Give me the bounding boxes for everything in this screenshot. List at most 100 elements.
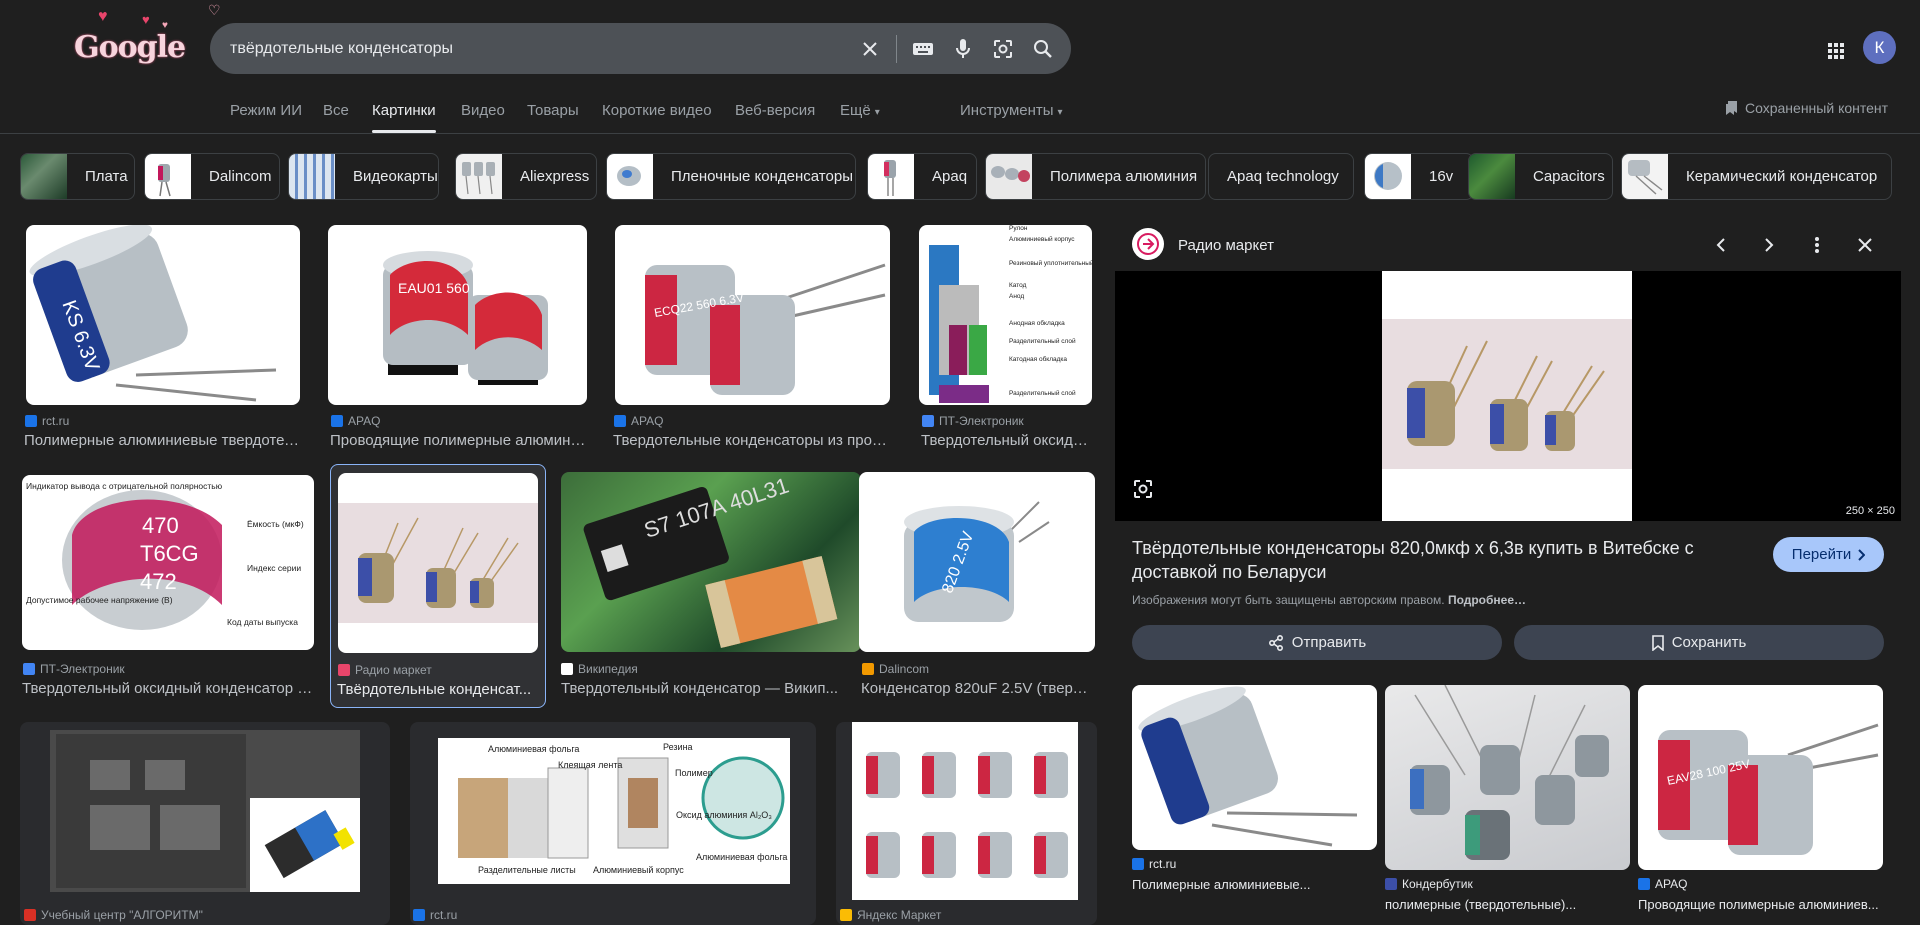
save-label: Сохранить bbox=[1671, 634, 1747, 651]
tab-images[interactable]: Картинки bbox=[372, 102, 436, 133]
result-caption[interactable]: Твёрдотельные конденсат... bbox=[337, 681, 539, 698]
saved-content-link[interactable]: Сохраненный контент bbox=[1725, 100, 1888, 116]
preview-source-name[interactable]: Радио маркет bbox=[1178, 237, 1274, 254]
favicon bbox=[23, 663, 35, 675]
heart-icon: ♥ bbox=[98, 8, 108, 25]
chip-label: Aliexpress bbox=[520, 168, 590, 185]
voice-search-button[interactable] bbox=[943, 29, 983, 69]
next-button[interactable] bbox=[1755, 231, 1783, 259]
tab-more-label: Ещё bbox=[840, 102, 871, 119]
chip-videocards[interactable]: Видеокарты bbox=[288, 153, 439, 200]
tab-ai-mode[interactable]: Режим ИИ bbox=[230, 102, 302, 119]
lens-search-button[interactable] bbox=[1129, 475, 1157, 503]
tab-web[interactable]: Веб-версия bbox=[735, 102, 815, 119]
result-thumbnail: S7 107A 40L31 bbox=[561, 472, 861, 652]
preview-image[interactable] bbox=[1382, 271, 1632, 521]
result-caption[interactable]: Проводящие полимерные алюмини... bbox=[330, 432, 586, 449]
result-source: Учебный центр "АЛГОРИТМ" bbox=[24, 908, 203, 922]
clear-button[interactable] bbox=[850, 29, 890, 69]
image-result[interactable]: Рулон Алюминиевый корпус Резиновый уплот… bbox=[917, 222, 1097, 454]
chip-16v[interactable]: 16v bbox=[1364, 153, 1474, 200]
result-caption[interactable]: Твердотельный оксидный конденсатор о... bbox=[22, 680, 314, 697]
more-options-button[interactable] bbox=[1803, 231, 1831, 259]
chip-thumbnail bbox=[1469, 154, 1515, 199]
chip-apaq-technology[interactable]: Apaq technology bbox=[1208, 153, 1354, 200]
diagram-label: Разделительный слой bbox=[1009, 337, 1076, 345]
apps-grid-icon bbox=[1828, 43, 1844, 59]
visit-button[interactable]: Перейти bbox=[1773, 537, 1884, 572]
search-tabs: Режим ИИ Все Картинки Видео Товары Корот… bbox=[0, 96, 1920, 134]
image-result-selected[interactable]: Радио маркет Твёрдотельные конденсат... bbox=[330, 464, 546, 708]
result-thumbnail: 470 T6CG 472 Индикатор вывода с отрицате… bbox=[22, 475, 314, 650]
related-caption[interactable]: Проводящие полимерные алюминиев... bbox=[1638, 897, 1883, 912]
favicon bbox=[338, 664, 350, 676]
visit-label: Перейти bbox=[1791, 546, 1852, 563]
preview-title[interactable]: Твёрдотельные конденсаторы 820,0мкф х 6,… bbox=[1132, 536, 1752, 584]
source-label: Википедия bbox=[578, 662, 638, 676]
chip-label: Capacitors bbox=[1533, 168, 1605, 185]
image-result[interactable]: Алюминиевая фольга Клеящая лента Резина … bbox=[410, 722, 816, 925]
image-result[interactable]: 470 T6CG 472 Индикатор вывода с отрицате… bbox=[20, 472, 318, 704]
chip-thumbnail bbox=[868, 154, 914, 199]
chip-thumbnail bbox=[1622, 154, 1668, 199]
tab-short-videos[interactable]: Короткие видео bbox=[602, 102, 712, 119]
diagram-label: Катодная обкладка bbox=[1009, 355, 1067, 363]
learn-more-link[interactable]: Подробнее… bbox=[1448, 593, 1526, 607]
favicon bbox=[1638, 878, 1650, 890]
tools-button[interactable]: Инструменты ▾ bbox=[960, 102, 1063, 119]
chip-aluminium-polymer[interactable]: Полимера алюминия bbox=[985, 153, 1206, 200]
chip-film-capacitors[interactable]: Пленочные конденсаторы bbox=[606, 153, 856, 200]
result-caption[interactable]: Твердотельные конденсаторы из прово... bbox=[613, 432, 891, 449]
result-caption[interactable]: Твердотельный конденсатор — Викип... bbox=[561, 680, 861, 697]
image-result[interactable]: EAU01 560 6.3V APAQ Проводящие полимерны… bbox=[326, 222, 590, 454]
chip-plata[interactable]: Плата bbox=[20, 153, 135, 200]
apps-button[interactable] bbox=[1818, 33, 1854, 69]
share-button[interactable]: Отправить bbox=[1132, 625, 1502, 660]
google-doodle-logo[interactable]: ♥ ♥ ♥ ♡ Google bbox=[70, 2, 221, 68]
keyboard-button[interactable] bbox=[903, 29, 943, 69]
favicon bbox=[1385, 878, 1397, 890]
save-button[interactable]: Сохранить bbox=[1514, 625, 1884, 660]
avatar[interactable]: К bbox=[1863, 31, 1896, 64]
tab-more[interactable]: Ещё ▾ bbox=[840, 102, 880, 119]
result-caption[interactable]: Конденсатор 820uF 2.5V (тверд... bbox=[861, 680, 1093, 697]
related-caption[interactable]: полимерные (твердотельные)... bbox=[1385, 897, 1630, 912]
chip-ceramic-capacitor[interactable]: Керамический конденсатор bbox=[1621, 153, 1892, 200]
related-thumbnail bbox=[1385, 685, 1630, 870]
source-favicon[interactable] bbox=[1132, 228, 1164, 260]
search-box bbox=[210, 23, 1071, 74]
source-label: APAQ bbox=[1655, 877, 1688, 891]
image-result[interactable]: Учебный центр "АЛГОРИТМ" bbox=[20, 722, 390, 925]
result-caption[interactable]: Твердотельный оксидн... bbox=[921, 432, 1093, 449]
search-input[interactable] bbox=[210, 23, 850, 74]
tab-all[interactable]: Все bbox=[323, 102, 349, 119]
result-source: rct.ru bbox=[25, 414, 69, 428]
image-search-button[interactable] bbox=[983, 29, 1023, 69]
chip-apaq[interactable]: Apaq bbox=[867, 153, 977, 200]
tab-shopping[interactable]: Товары bbox=[527, 102, 579, 119]
related-source: APAQ bbox=[1638, 877, 1687, 891]
diagram-label: Индикатор вывода с отрицательной полярно… bbox=[26, 481, 223, 491]
previous-button[interactable] bbox=[1707, 231, 1735, 259]
more-vert-icon bbox=[1815, 237, 1819, 253]
result-caption[interactable]: Полимерные алюминиевые твердотел... bbox=[24, 432, 302, 449]
search-button[interactable] bbox=[1023, 29, 1063, 69]
chip-dalincom[interactable]: Dalincom bbox=[144, 153, 280, 200]
chip-capacitors[interactable]: Capacitors bbox=[1468, 153, 1613, 200]
image-result[interactable]: ECQ22 560 6.3V APAQ Твердотельные конден… bbox=[609, 222, 895, 454]
image-result[interactable]: S7 107A 40L31 Википедия Твердотельный ко… bbox=[559, 472, 865, 704]
favicon bbox=[1132, 858, 1144, 870]
source-label: Учебный центр "АЛГОРИТМ" bbox=[41, 908, 203, 922]
image-result[interactable]: 820 2.5V Dalincom Конденсатор 820uF 2.5V… bbox=[857, 472, 1097, 704]
result-thumbnail: EAU01 560 6.3V bbox=[328, 225, 587, 405]
tab-videos[interactable]: Видео bbox=[461, 102, 505, 119]
close-preview-button[interactable] bbox=[1851, 231, 1879, 259]
diagram-label: Индекс серии bbox=[247, 563, 301, 573]
related-caption[interactable]: Полимерные алюминиевые... bbox=[1132, 877, 1377, 892]
chip-thumbnail bbox=[456, 154, 502, 199]
capacitor-marking: EAU01 560 6.3V bbox=[398, 280, 503, 296]
image-result[interactable]: Яндекс Маркет bbox=[836, 722, 1097, 925]
chip-aliexpress[interactable]: Aliexpress bbox=[455, 153, 597, 200]
source-label: Яндекс Маркет bbox=[857, 908, 942, 922]
image-result[interactable]: KS 6.3V 560 rct.ru Полимерные алюминиевы… bbox=[20, 222, 305, 454]
